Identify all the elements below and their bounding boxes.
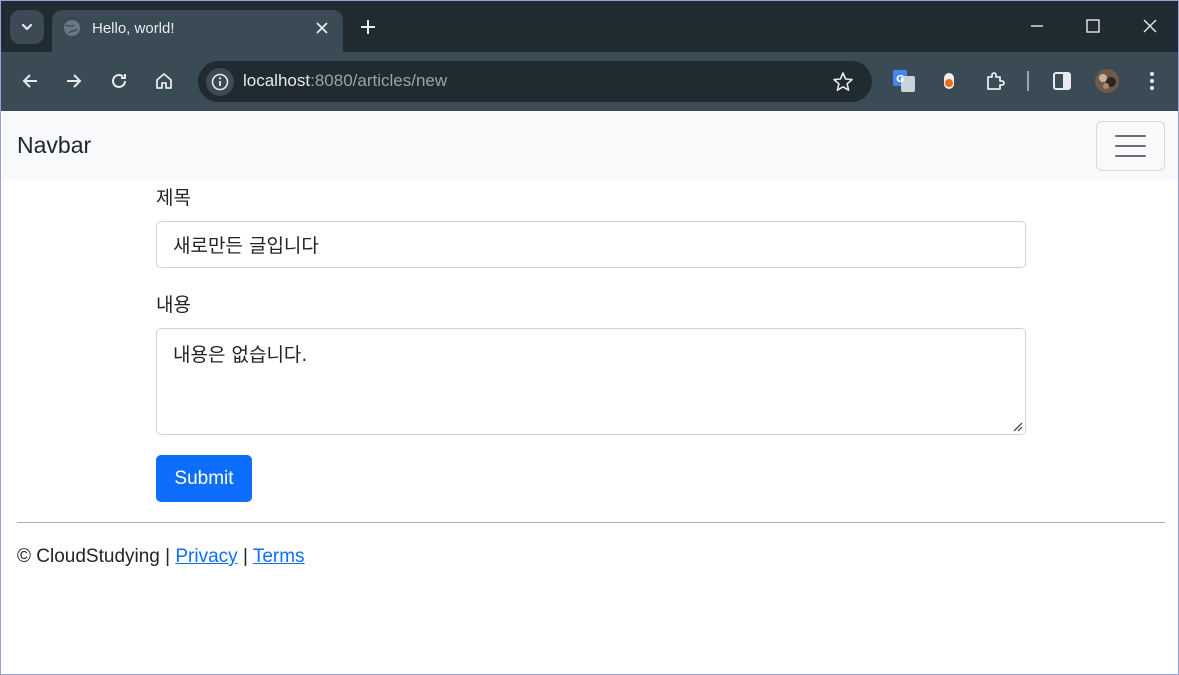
title-label: 제목 [156,187,191,209]
home-icon [156,73,172,89]
extensions-button[interactable] [980,66,1010,96]
navbar-brand[interactable]: Navbar [17,132,91,159]
translate-icon: G [893,70,915,92]
star-icon[interactable] [832,71,854,93]
svg-text:G: G [896,74,904,85]
close-window-icon [1143,19,1157,33]
minimize-icon [1031,25,1043,27]
footer-divider [17,522,1165,523]
side-panel-icon [1053,72,1071,90]
tab-search-button[interactable] [10,10,44,44]
chevron-down-icon [21,23,33,31]
close-window-button[interactable] [1133,11,1167,41]
close-icon [316,22,328,34]
translate-button[interactable]: G [889,66,919,96]
terms-link[interactable]: Terms [253,546,305,567]
privacy-link[interactable]: Privacy [175,546,237,567]
extension-button[interactable] [934,66,964,96]
globe-icon [64,20,80,36]
minimize-button[interactable] [1020,11,1054,41]
navbar-toggler-button[interactable] [1096,121,1165,171]
extension-icon [944,73,954,89]
plus-icon [361,20,375,34]
hamburger-icon [1115,135,1146,137]
hamburger-icon [1115,145,1146,147]
profile-button[interactable] [1092,66,1122,96]
info-icon [211,73,229,91]
kebab-menu-icon [1150,72,1154,90]
browser-tab[interactable]: Hello, world! [52,10,343,52]
content-label: 내용 [156,294,191,316]
forward-button[interactable] [59,66,89,96]
url-path: :8080/articles/new [310,71,448,90]
puzzle-icon [987,72,1005,90]
maximize-button[interactable] [1076,11,1110,41]
content-textarea[interactable]: 내용은 없습니다. [156,328,1026,435]
new-tab-button[interactable] [356,15,380,39]
reload-button[interactable] [104,66,134,96]
home-button[interactable] [149,66,179,96]
tab-title: Hello, world! [92,20,175,37]
maximize-icon [1086,19,1100,33]
footer-separator: | [242,546,248,567]
browser-window: Hello, world! localhost:8080/articles/ne… [0,0,1179,675]
page-footer: © CloudStudying | Privacy | Terms [17,546,305,568]
submit-button[interactable]: Submit [156,455,252,502]
hamburger-icon [1115,155,1146,157]
url-host: localhost [243,71,311,90]
resize-grip-icon[interactable] [1012,421,1023,432]
avatar [1095,69,1119,93]
url-text: localhost:8080/articles/new [243,71,447,91]
tab-close-button[interactable] [313,19,331,37]
page-navbar: Navbar [2,111,1178,181]
toolbar-divider [1027,71,1029,91]
browser-toolbar: localhost:8080/articles/new G [1,52,1178,111]
back-button[interactable] [15,66,45,96]
back-arrow-icon [22,74,37,88]
browser-menu-button[interactable] [1137,66,1167,96]
address-bar[interactable]: localhost:8080/articles/new [198,61,872,102]
reload-icon [112,73,126,88]
forward-arrow-icon [67,74,82,88]
site-info-button[interactable] [206,68,234,96]
footer-copyright: © CloudStudying | [17,546,171,567]
tab-strip: Hello, world! [1,1,1178,52]
title-input[interactable] [156,221,1026,268]
side-panel-button[interactable] [1047,66,1077,96]
